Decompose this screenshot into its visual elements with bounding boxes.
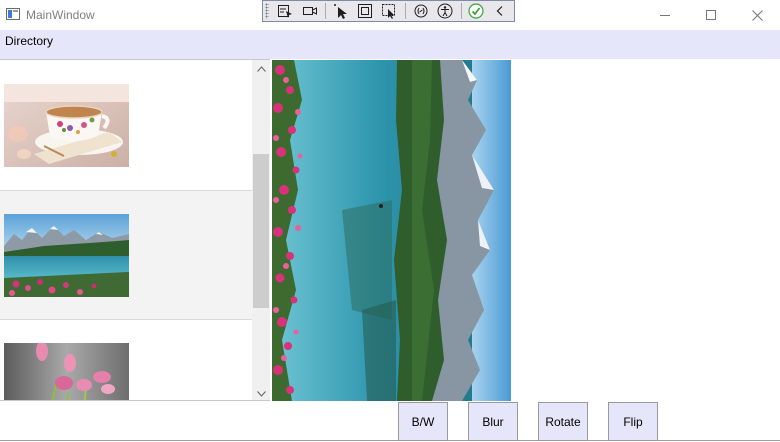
minimize-icon [660, 14, 670, 16]
display-layout-adorners-icon [358, 4, 373, 18]
minimize-button[interactable] [642, 0, 688, 30]
toolbar-separator [460, 3, 462, 19]
binding-failures-button[interactable] [410, 2, 431, 20]
main-window: MainWindow Directory B/W Blur Rotate Fli… [0, 0, 780, 442]
app-window-icon [6, 8, 20, 20]
list-item-selected[interactable] [0, 190, 252, 320]
bottom-border [0, 440, 780, 441]
video-camera-icon [302, 7, 317, 15]
track-focused-element-icon [382, 4, 396, 19]
flip-button[interactable]: Flip [608, 402, 658, 441]
debug-toolbar [262, 0, 515, 22]
window-title: MainWindow [26, 8, 95, 22]
accessibility-icon [437, 3, 453, 19]
maximize-button[interactable] [688, 0, 734, 30]
bw-button[interactable]: B/W [398, 402, 448, 441]
pointer-icon [333, 4, 347, 19]
rotate-button[interactable]: Rotate [538, 402, 588, 441]
select-element-icon [278, 5, 293, 18]
track-focused-element-button[interactable] [379, 2, 400, 20]
binding-failures-icon [414, 4, 428, 18]
thumbnail-teacup [4, 84, 129, 167]
menu-directory[interactable]: Directory [5, 34, 53, 48]
thumbnail-mountain-lake [4, 214, 129, 297]
checkmark-icon [468, 3, 484, 19]
display-layout-adorners-button[interactable] [355, 2, 376, 20]
accessibility-button[interactable] [434, 2, 455, 20]
image-list[interactable] [0, 59, 270, 401]
video-camera-button[interactable] [299, 2, 320, 20]
menu-bar: Directory [0, 30, 780, 59]
pointer-button[interactable] [330, 2, 351, 20]
collapse-toolbar-button[interactable] [490, 2, 511, 20]
thumbnail-tulips [4, 343, 129, 400]
list-item[interactable] [0, 60, 252, 190]
toolbar-grip[interactable] [265, 3, 269, 19]
scrollbar-thumb[interactable] [253, 154, 269, 308]
select-element-button[interactable] [275, 2, 296, 20]
vertical-scrollbar[interactable] [252, 60, 270, 400]
preview-image [272, 60, 511, 401]
list-item[interactable] [0, 320, 252, 400]
toolbar-separator [325, 3, 327, 19]
blur-button[interactable]: Blur [468, 402, 518, 441]
collapse-chevron-icon [497, 6, 503, 16]
maximize-icon [706, 10, 716, 20]
close-button[interactable] [734, 0, 780, 30]
toolbar-separator [405, 3, 407, 19]
scroll-down-arrow-icon[interactable] [252, 385, 270, 400]
close-icon [751, 9, 763, 21]
checkmark-button[interactable] [466, 2, 487, 20]
scroll-up-arrow-icon[interactable] [252, 60, 270, 77]
